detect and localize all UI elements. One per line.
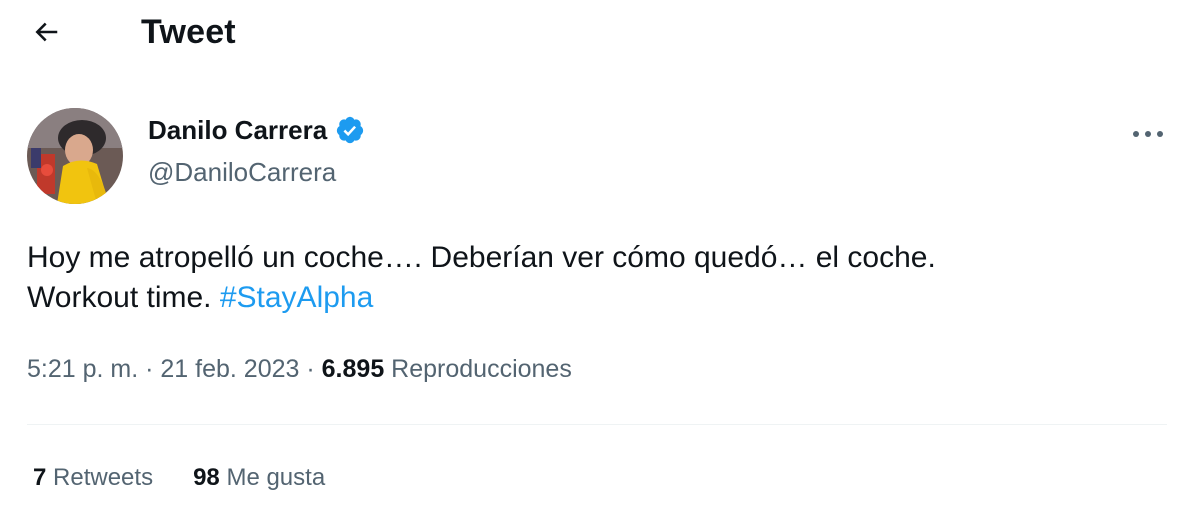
meta-separator-2: · bbox=[306, 355, 315, 383]
tweet-text-line-2: Workout time. #StayAlpha bbox=[27, 278, 1167, 318]
tweet-text: Hoy me atropelló un coche…. Deberían ver… bbox=[27, 238, 1167, 318]
tweet-text-line-2-text: Workout time. bbox=[27, 281, 212, 314]
verified-badge-icon bbox=[335, 115, 365, 145]
author-handle[interactable]: @DaniloCarrera bbox=[148, 156, 336, 188]
retweets-label: Retweets bbox=[53, 464, 154, 491]
arrow-left-icon bbox=[35, 22, 58, 42]
page-title: Tweet bbox=[141, 13, 236, 51]
divider bbox=[27, 424, 1167, 425]
likes-count: 98 bbox=[193, 464, 220, 491]
more-options-button[interactable] bbox=[1128, 118, 1168, 150]
back-button[interactable] bbox=[28, 14, 64, 50]
likes-label: Me gusta bbox=[226, 464, 326, 491]
hashtag-link[interactable]: #StayAlpha bbox=[220, 281, 373, 314]
tweet-text-line-1: Hoy me atropelló un coche…. Deberían ver… bbox=[27, 241, 936, 274]
tweet-meta: 5:21 p. m. · 21 feb. 2023 · 6.895 Reprod… bbox=[27, 352, 572, 386]
avatar-image bbox=[27, 108, 123, 204]
meta-separator: · bbox=[145, 355, 154, 383]
more-dots-icon bbox=[1133, 131, 1163, 137]
avatar[interactable] bbox=[27, 108, 123, 204]
views-count: 6.895 bbox=[321, 355, 385, 383]
tweet-time[interactable]: 5:21 p. m. bbox=[27, 355, 138, 383]
tweet-stats: 7 Retweets 98 Me gusta bbox=[33, 462, 365, 494]
retweets-count: 7 bbox=[33, 464, 47, 491]
likes-stat[interactable]: 98 Me gusta bbox=[193, 462, 325, 494]
retweets-stat[interactable]: 7 Retweets bbox=[33, 462, 153, 494]
tweet-header: Tweet bbox=[0, 0, 1200, 66]
tweet-date[interactable]: 21 feb. 2023 bbox=[160, 355, 299, 383]
author-name[interactable]: Danilo Carrera bbox=[148, 114, 365, 146]
author-name-text: Danilo Carrera bbox=[148, 115, 328, 145]
views-label: Reproducciones bbox=[391, 355, 572, 383]
